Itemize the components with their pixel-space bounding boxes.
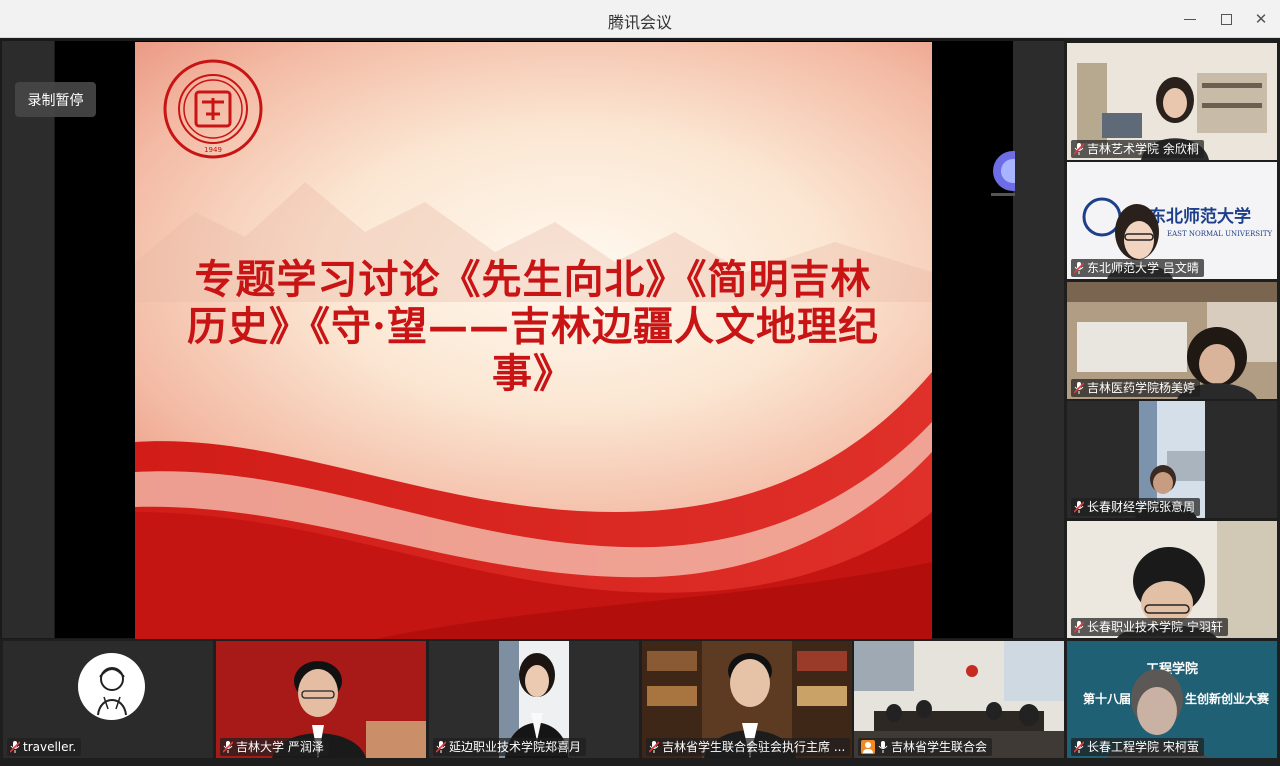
shared-screen-stage: 录制暂停 1949 专题学习讨论《先生向北》《简明吉林 历史》《守·望——吉林边… xyxy=(0,39,1064,639)
participant-tile[interactable]: 延边职业技术学院郑喜月 xyxy=(429,641,639,758)
participant-name: 吉林省学生联合会驻会执行主席 ... xyxy=(662,740,846,754)
floating-assistant-icon[interactable] xyxy=(991,149,1015,199)
mic-muted-icon xyxy=(10,741,20,753)
participant-label: 吉林艺术学院 余欣桐 xyxy=(1071,140,1204,158)
mic-muted-icon xyxy=(1074,621,1084,633)
participant-name: 吉林艺术学院 余欣桐 xyxy=(1087,142,1199,156)
participant-name: 吉林医药学院杨美婷 xyxy=(1087,381,1196,395)
avatar xyxy=(78,653,145,720)
close-button[interactable]: ✕ xyxy=(1248,6,1274,32)
slide-title-line2: 历史》《守·望——吉林边疆人文地理纪 xyxy=(187,303,879,350)
participant-label: 吉林省学生联合会驻会执行主席 ... xyxy=(646,738,851,756)
seal-year: 1949 xyxy=(204,146,222,154)
host-avatar-icon xyxy=(861,740,875,754)
participant-name: 长春职业技术学院 宁羽轩 xyxy=(1087,620,1223,634)
participant-name: 长春财经学院张意周 xyxy=(1087,500,1196,514)
participant-label: 吉林大学 严润泽 xyxy=(220,738,329,756)
banner-line3: 生创新创业大赛 xyxy=(1185,691,1270,706)
stage-right-panel xyxy=(1013,41,1064,638)
participant-label: 吉林医药学院杨美婷 xyxy=(1071,379,1201,397)
title-bar: 腾讯会议 ✕ xyxy=(0,0,1280,38)
student-federation-seal-icon: 1949 xyxy=(163,59,263,159)
participant-label: traveller. xyxy=(7,738,82,756)
participant-label: 长春工程学院 宋柯萤 xyxy=(1071,738,1204,756)
participant-tile-active-speaker[interactable]: 吉林省学生联合会 xyxy=(854,641,1064,758)
mic-muted-icon xyxy=(1074,501,1084,513)
participant-name: traveller. xyxy=(23,740,77,754)
participant-tile[interactable]: 吉林艺术学院 余欣桐 xyxy=(1067,43,1277,160)
participant-label: 吉林省学生联合会 xyxy=(858,738,993,756)
participant-tile[interactable]: 吉林大学 严润泽 xyxy=(216,641,426,758)
participant-label: 长春职业技术学院 宁羽轩 xyxy=(1071,618,1228,636)
maximize-button[interactable] xyxy=(1213,6,1239,32)
participant-tile[interactable]: 东北师范大学 EAST NORMAL UNIVERSITY 东北师范大学 吕文晴 xyxy=(1067,162,1277,279)
record-pause-button[interactable]: 录制暂停 xyxy=(15,82,96,117)
university-sign-en: EAST NORMAL UNIVERSITY xyxy=(1167,230,1273,238)
avatar-sketch-icon xyxy=(96,666,127,715)
mic-muted-icon xyxy=(436,741,446,753)
participant-label: 东北师范大学 吕文晴 xyxy=(1071,259,1204,277)
minimize-button[interactable] xyxy=(1177,6,1203,32)
mic-muted-icon xyxy=(1074,262,1084,274)
mic-muted-icon xyxy=(1074,741,1084,753)
slide-title-line3: 事》 xyxy=(492,350,574,397)
slide-title: 专题学习讨论《先生向北》《简明吉林 历史》《守·望——吉林边疆人文地理纪 事》 xyxy=(143,256,923,397)
participant-tile[interactable]: 工程学院 第十八届 生创新创业大赛 长春工程学院 宋柯萤 xyxy=(1067,641,1277,758)
participant-label: 长春财经学院张意周 xyxy=(1071,498,1201,516)
participant-tile[interactable]: 长春财经学院张意周 xyxy=(1067,401,1277,518)
minimize-icon xyxy=(1184,18,1196,20)
meeting-window: 腾讯会议 ✕ 录制暂停 1949 专题学习讨论《先生向北》《简明吉林 历史》《守… xyxy=(0,0,1280,766)
presentation-slide: 1949 专题学习讨论《先生向北》《简明吉林 历史》《守·望——吉林边疆人文地理… xyxy=(135,42,932,639)
mic-muted-icon xyxy=(1074,382,1084,394)
participant-tile[interactable]: 吉林省学生联合会驻会执行主席 ... xyxy=(642,641,852,758)
mic-muted-icon xyxy=(649,741,659,753)
banner-line2: 第十八届 xyxy=(1083,691,1131,706)
participant-name: 延边职业技术学院郑喜月 xyxy=(449,740,582,754)
window-title: 腾讯会议 xyxy=(607,13,672,32)
maximize-icon xyxy=(1220,13,1232,25)
participant-tile[interactable]: 长春职业技术学院 宁羽轩 xyxy=(1067,521,1277,638)
participant-tile[interactable]: traveller. xyxy=(3,641,213,758)
participant-name: 吉林省学生联合会 xyxy=(891,740,988,754)
slide-title-line1: 专题学习讨论《先生向北》《简明吉林 xyxy=(194,256,872,303)
participant-tile[interactable]: 吉林医药学院杨美婷 xyxy=(1067,282,1277,399)
mic-muted-icon xyxy=(223,741,233,753)
mic-muted-icon xyxy=(1074,143,1084,155)
mic-on-icon xyxy=(878,741,888,753)
participant-label: 延边职业技术学院郑喜月 xyxy=(433,738,587,756)
participant-name: 长春工程学院 宋柯萤 xyxy=(1087,740,1199,754)
university-sign-cn: 东北师范大学 xyxy=(1149,206,1251,227)
close-icon: ✕ xyxy=(1254,10,1268,28)
participant-name: 东北师范大学 吕文晴 xyxy=(1087,261,1199,275)
stage-left-panel xyxy=(2,41,54,638)
participant-name: 吉林大学 严润泽 xyxy=(236,740,324,754)
